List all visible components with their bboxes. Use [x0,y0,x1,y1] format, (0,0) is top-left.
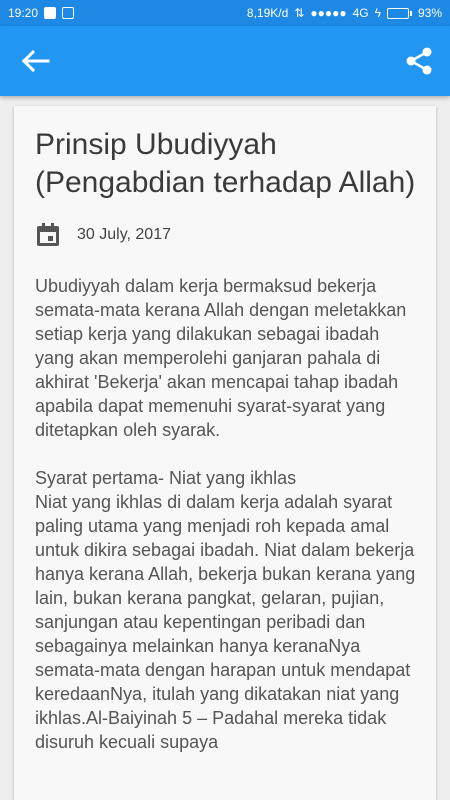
article-body: Ubudiyyah dalam kerja bermaksud bekerja … [35,274,416,754]
app-bar [0,26,450,96]
calendar-icon [37,223,59,246]
network-speed: 8,19K/d [246,6,289,20]
back-button[interactable] [18,46,52,76]
article-title: Prinsip Ubudiyyah (Pengabdian terhadap A… [35,128,416,199]
charging-icon: ϟ [374,6,381,20]
battery-icon [386,7,412,19]
paragraph: Niat yang ikhlas di dalam kerja adalah s… [35,492,416,752]
notification-icon [44,7,57,19]
status-time: 19:20 [8,6,39,20]
share-button[interactable] [404,46,434,76]
status-left: 19:20 [8,6,75,20]
paragraph: Ubudiyyah dalam kerja bermaksud bekerja … [35,276,407,440]
network-type: 4G [352,6,369,20]
date-row: 30 July, 2017 [35,222,416,248]
app-notification-icon [62,7,75,19]
arrow-left-icon [21,49,50,73]
battery-percent: 93% [417,6,442,20]
status-right: 8,19K/d ⇅ ●●●●● 4G ϟ 93% [247,6,442,20]
status-bar: 19:20 8,19K/d ⇅ ●●●●● 4G ϟ 93% [0,0,450,26]
data-transfer-icon: ⇅ [294,6,305,20]
subheading: Syarat pertama- Niat yang ikhlas [35,468,297,488]
article-card: Prinsip Ubudiyyah (Pengabdian terhadap A… [14,106,436,800]
article-date: 30 July, 2017 [77,226,171,243]
signal-icon: ●●●●● [310,6,347,20]
share-icon [406,47,432,75]
